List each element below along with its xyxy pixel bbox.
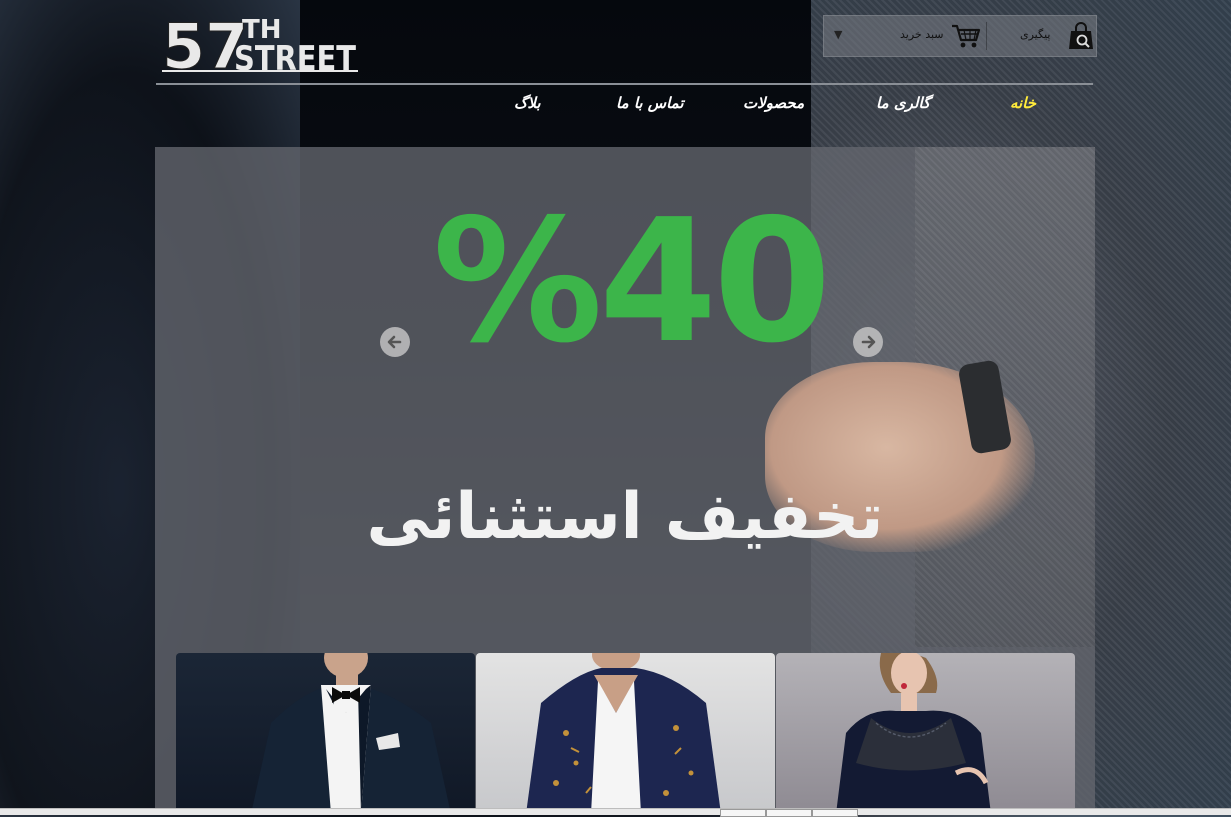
lace-dress-image (836, 653, 991, 814)
shopping-bag-search-icon[interactable] (1068, 22, 1094, 50)
taskbar-button[interactable] (720, 809, 766, 817)
hoodie-image (526, 653, 721, 814)
slider-prev-button[interactable] (380, 327, 410, 357)
discount-percentage: %40 (432, 183, 832, 381)
nav-item-products[interactable]: محصولات (743, 94, 804, 112)
header-account-bar: ▼ سبد خرید پیگیری (823, 15, 1097, 57)
nav-item-home[interactable]: خانه (1010, 94, 1036, 112)
shopping-cart-icon[interactable] (950, 22, 982, 50)
order-tracking-label[interactable]: پیگیری (1020, 28, 1050, 41)
nav-item-gallery[interactable]: گالری ما (876, 94, 930, 112)
slider-next-button[interactable] (853, 327, 883, 357)
logo-graphic: 57 TH STREET (162, 10, 358, 76)
arrow-left-icon (387, 335, 402, 349)
product-card-tuxedo[interactable] (176, 653, 475, 814)
promo-headline: تخفیف استثنائی (366, 480, 884, 554)
topbar-divider (986, 22, 987, 50)
brand-logo[interactable]: 57 TH STREET (162, 10, 358, 76)
taskbar-button[interactable] (812, 809, 858, 817)
nav-item-blog[interactable]: بلاگ (514, 94, 541, 112)
product-card-lace-dress[interactable] (776, 653, 1075, 814)
main-navigation: خانه گالری ما محصولات تماس با ما بلاگ (490, 94, 1050, 118)
cart-dropdown-arrow-icon[interactable]: ▼ (834, 28, 842, 41)
featured-products (176, 653, 1076, 814)
promo-slider: %40 تخفیف استثنائی (155, 147, 1095, 814)
cart-label[interactable]: سبد خرید (900, 28, 944, 41)
header-divider-line (156, 83, 1093, 85)
nav-item-contact[interactable]: تماس با ما (616, 94, 684, 112)
tuxedo-image (251, 653, 451, 814)
arrow-right-icon (861, 335, 876, 349)
product-card-hoodie[interactable] (476, 653, 775, 814)
taskbar-button[interactable] (766, 809, 812, 817)
